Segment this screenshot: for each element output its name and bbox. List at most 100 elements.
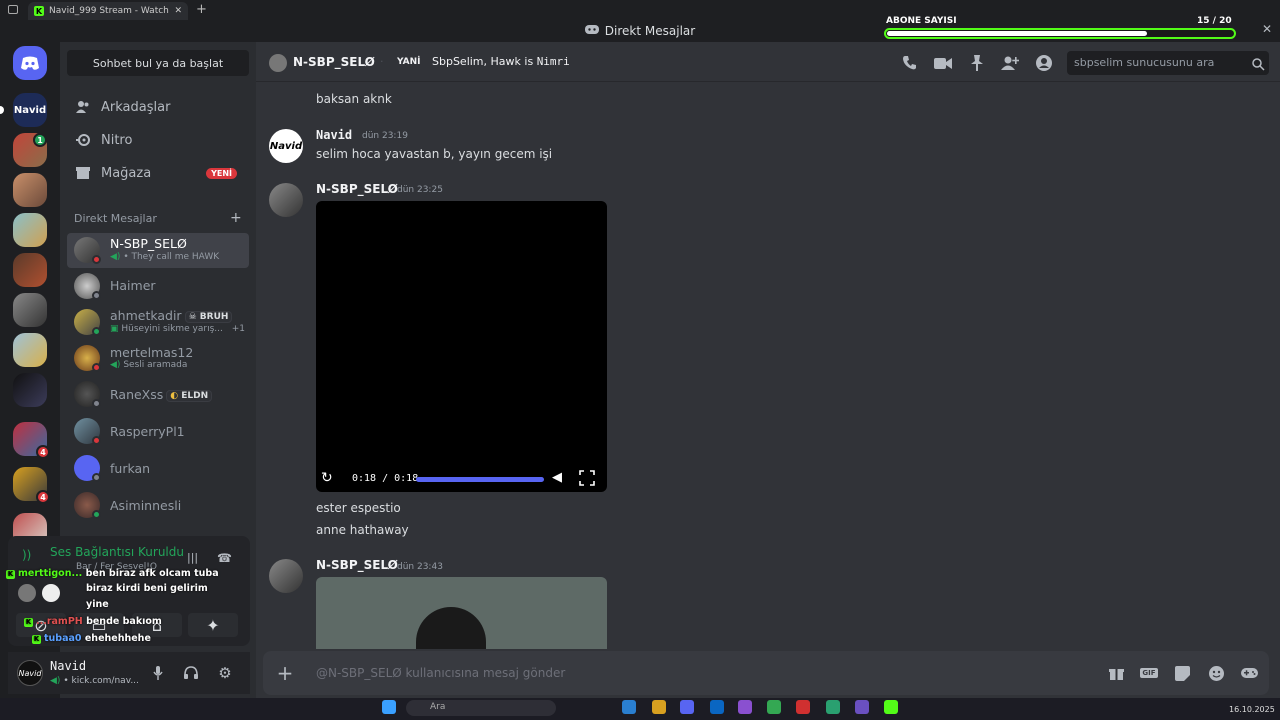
disconnect-icon[interactable]: ☎	[217, 551, 233, 565]
new-tab-icon[interactable]: +	[196, 2, 207, 17]
taskbar-app-icon[interactable]	[738, 700, 752, 714]
server-5[interactable]	[13, 253, 47, 287]
video-progress-bar[interactable]	[416, 477, 544, 482]
taskbar-app-icon[interactable]	[622, 700, 636, 714]
header-username[interactable]: N-SBP_SELØ	[293, 55, 375, 69]
dm-item-mertelmas12[interactable]: mertelmas12 ◀) Sesli aramada	[67, 341, 249, 376]
voice-call-icon[interactable]	[900, 53, 920, 73]
app-title: Direkt Mesajlar	[604, 24, 696, 38]
message-avatar-navid[interactable]: Navid	[269, 129, 303, 163]
kick-chat-user: merttigon...	[18, 568, 83, 579]
dm-name: RasperryPl1	[110, 424, 185, 439]
kick-icon: K	[6, 570, 15, 579]
message-text: selim hoca yavastan b, yayın gecem işi	[316, 147, 553, 161]
dm-item-nsbp[interactable]: N-SBP_SELØ ◀) • They call me HAWK	[67, 233, 249, 268]
server-search-input[interactable]: sbpselim sunucusunu ara	[1067, 51, 1269, 75]
dm-item-rasperrypl1[interactable]: RasperryPl1	[67, 414, 249, 449]
taskbar-chrome-icon[interactable]	[767, 700, 781, 714]
browser-tab-title: Navid_999 Stream - Watch Live o	[49, 6, 169, 16]
header-custom-status: SbpSelim, Hawk is Nimri	[432, 55, 570, 68]
video-attachment[interactable]	[316, 201, 607, 492]
gift-icon[interactable]	[1107, 664, 1125, 682]
close-window-icon[interactable]: ✕	[1262, 22, 1272, 36]
composer-placeholder[interactable]: @N-SBP_SELØ kullanıcısına mesaj gönder	[316, 666, 565, 680]
image-attachment[interactable]	[316, 577, 607, 649]
dm-item-haimer[interactable]: Haimer	[67, 269, 249, 304]
dm-item-ranexss[interactable]: RaneXss ◐ ELDN	[67, 377, 249, 412]
microphone-icon[interactable]	[149, 664, 167, 682]
soundboard-button[interactable]: ✦	[188, 613, 238, 637]
fullscreen-icon[interactable]	[579, 470, 597, 488]
taskbar-search[interactable]: Ara	[406, 700, 556, 716]
kick-icon: K	[24, 618, 33, 627]
server-badge: 1	[33, 133, 47, 147]
settings-gear-icon[interactable]: ⚙	[216, 664, 234, 682]
tab-actions-icon[interactable]	[8, 5, 18, 14]
status-dnd-icon	[92, 363, 101, 372]
add-friends-to-dm-icon[interactable]	[1000, 53, 1020, 73]
server-7[interactable]	[13, 333, 47, 367]
taskbar-discord-icon[interactable]	[680, 700, 694, 714]
server-8[interactable]	[13, 373, 47, 407]
server-3[interactable]	[13, 173, 47, 207]
add-attachment-icon[interactable]: +	[276, 661, 294, 685]
taskbar-search-label: Ara	[430, 702, 446, 712]
headphones-icon[interactable]	[182, 664, 200, 682]
taskbar-kick-icon[interactable]	[884, 700, 898, 714]
emoji-icon[interactable]	[1207, 664, 1225, 682]
signal-icon[interactable]: ))	[22, 548, 31, 562]
user-avatar[interactable]: Navid	[17, 660, 43, 686]
message-author[interactable]: N-SBP_SELØ	[316, 182, 398, 196]
close-tab-icon[interactable]: ✕	[174, 6, 182, 16]
server-4[interactable]	[13, 213, 47, 247]
volume-icon[interactable]: ◀	[552, 470, 568, 486]
dm-name: Asiminnesli	[110, 498, 182, 513]
gif-icon[interactable]: GIF	[1140, 664, 1158, 682]
message-avatar-nsbp[interactable]	[269, 183, 303, 217]
taskbar-app-icon[interactable]	[710, 700, 724, 714]
add-dm-icon[interactable]: +	[230, 210, 242, 226]
nav-shop[interactable]: Mağaza YENİ	[67, 158, 249, 188]
message-timestamp: dün 23:43	[397, 562, 443, 572]
browser-tab[interactable]: K Navid_999 Stream - Watch Live o ✕	[28, 2, 188, 20]
status-offline-icon	[92, 473, 101, 482]
kick-chat-text: ehehehhehe	[84, 633, 151, 644]
user-profile-icon[interactable]	[1034, 53, 1054, 73]
dm-name-row: RaneXss ◐ ELDN	[110, 387, 213, 402]
taskbar-app-icon[interactable]	[796, 700, 810, 714]
apps-gamepad-icon[interactable]	[1240, 664, 1258, 682]
taskbar-app-icon[interactable]	[652, 700, 666, 714]
subscriber-label: ABONE SAYISI	[886, 16, 957, 26]
dm-item-furkan[interactable]: furkan	[67, 451, 249, 486]
image-subject	[416, 607, 486, 649]
pinned-messages-icon[interactable]	[967, 53, 987, 73]
dm-item-asiminnesli[interactable]: Asiminnesli	[67, 488, 249, 523]
noise-suppression-icon[interactable]: |||	[187, 551, 203, 565]
gamepad-icon: ▣	[110, 324, 119, 334]
nav-nitro[interactable]: Nitro	[67, 125, 249, 155]
message-avatar-nsbp[interactable]	[269, 559, 303, 593]
message-text: baksan aknk	[316, 92, 392, 106]
header-avatar[interactable]	[269, 54, 287, 72]
server-navid[interactable]: Navid	[13, 93, 47, 127]
taskbar-app-icon[interactable]	[826, 700, 840, 714]
sticker-icon[interactable]	[1173, 664, 1191, 682]
status-online-icon	[92, 327, 101, 336]
video-call-icon[interactable]	[933, 53, 953, 73]
user-name[interactable]: Navid	[50, 659, 86, 673]
server-6[interactable]	[13, 293, 47, 327]
dm-sub-text: Hüseyini sikme yarış...	[121, 324, 223, 334]
moon-icon: ◐	[170, 390, 179, 401]
voice-status-title[interactable]: Ses Bağlantısı Kuruldu	[50, 545, 184, 559]
search-icon[interactable]	[1252, 56, 1266, 71]
shop-icon	[75, 165, 91, 181]
nav-friends[interactable]: Arkadaşlar	[67, 92, 249, 122]
dm-item-ahmetkadir[interactable]: ahmetkadir ☠ BRUH ▣ Hüseyini sikme yarış.…	[67, 305, 249, 340]
find-conversation-button[interactable]: Sohbet bul ya da başlat	[67, 50, 249, 76]
message-author[interactable]: N-SBP_SELØ	[316, 558, 398, 572]
start-menu-icon[interactable]	[382, 700, 396, 714]
replay-icon[interactable]: ↻	[321, 470, 337, 486]
message-author[interactable]: Navid	[316, 128, 352, 142]
home-discord-icon[interactable]	[13, 46, 47, 80]
taskbar-app-icon[interactable]	[855, 700, 869, 714]
